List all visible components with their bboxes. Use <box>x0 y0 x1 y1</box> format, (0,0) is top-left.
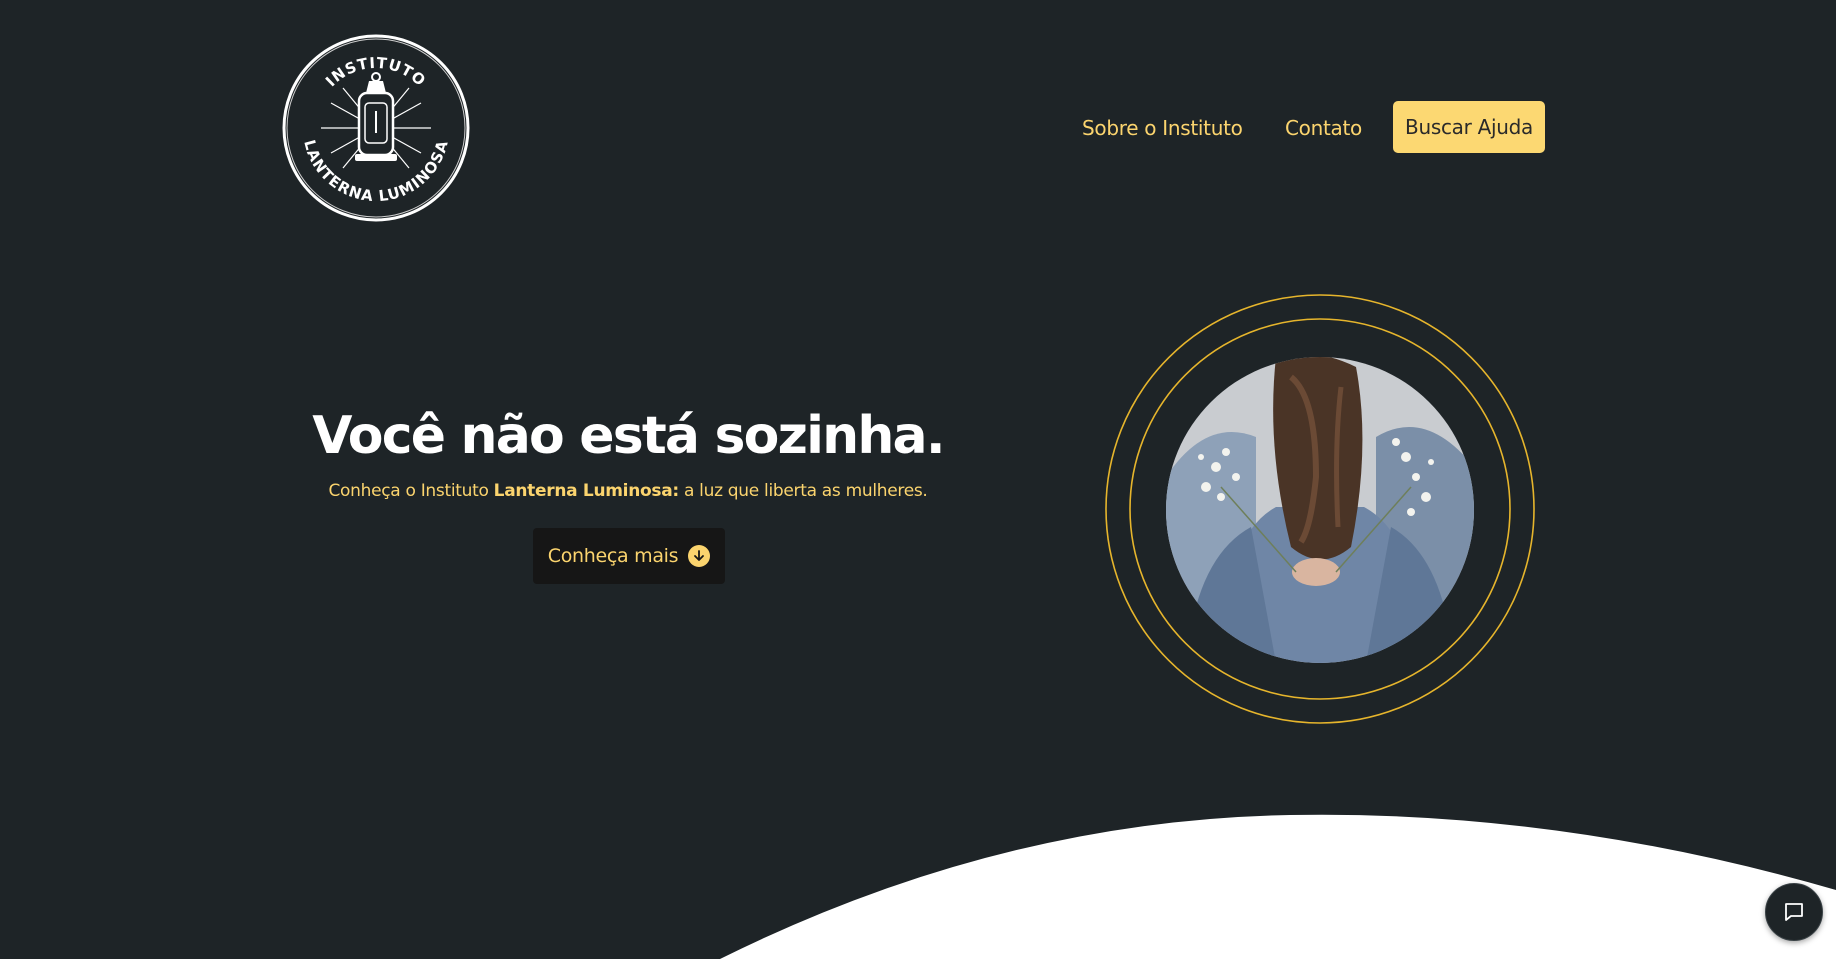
hero-photo <box>1166 357 1474 663</box>
nav-link-about[interactable]: Sobre o Instituto <box>1082 116 1243 140</box>
chat-bubble-icon <box>1785 903 1803 921</box>
main-navigation: Sobre o Instituto Contato Buscar Ajuda <box>0 101 1836 153</box>
hero-subtitle: Conheça o Instituto Lanterna Luminosa: a… <box>300 481 956 501</box>
learn-more-label: Conheça mais <box>547 545 679 567</box>
chat-button[interactable] <box>1765 883 1823 941</box>
learn-more-button[interactable]: Conheça mais <box>533 528 725 584</box>
hero-subtitle-prefix: Conheça o Instituto <box>328 481 494 501</box>
nav-link-contact[interactable]: Contato <box>1285 116 1362 140</box>
hero-title: Você não está sozinha. <box>312 406 945 466</box>
arrow-down-circle-icon <box>688 545 711 567</box>
hero-subtitle-suffix: a luz que liberta as mulheres. <box>678 481 928 501</box>
seek-help-button[interactable]: Buscar Ajuda <box>1393 101 1545 153</box>
hero-subtitle-brand: Lanterna Luminosa: <box>493 481 679 501</box>
wave-divider <box>720 814 1836 959</box>
